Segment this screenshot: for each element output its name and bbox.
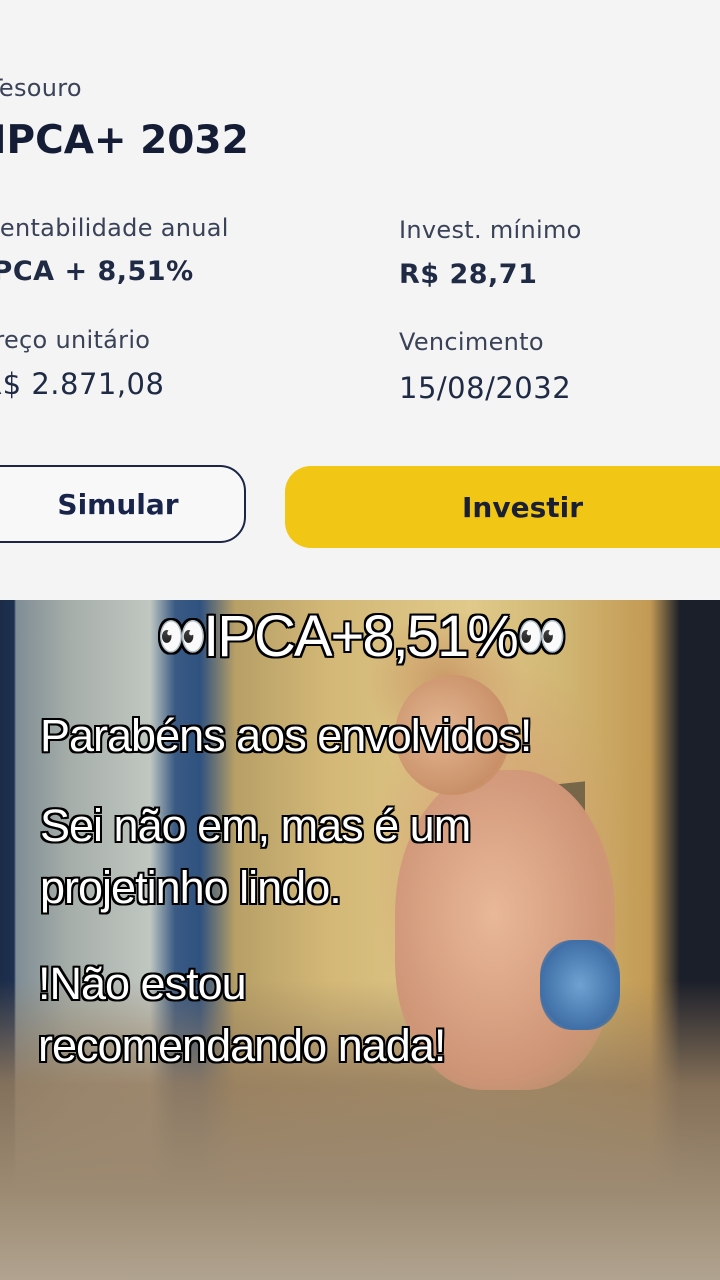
caption-disclaimer-line1: !Não estou — [38, 958, 247, 1009]
maturity-label: Vencimento — [399, 328, 544, 356]
caption-project-line1: Sei não em, mas é um — [40, 800, 471, 851]
simulate-button[interactable]: Simular — [0, 465, 246, 543]
headline-text: IPCA+8,51% — [203, 604, 519, 669]
bond-title: IPCA+ 2032 — [0, 118, 249, 163]
unit-price-label: Preço unitário — [0, 326, 151, 354]
investment-card: Tesouro IPCA+ 2032 Rentabilidade anual I… — [0, 0, 720, 600]
min-invest-label: Invest. mínimo — [399, 216, 582, 244]
maturity-value: 15/08/2032 — [399, 371, 572, 405]
min-invest-value: R$ 28,71 — [399, 259, 538, 290]
caption-disclaimer-line2: recomendando nada! — [38, 1020, 446, 1071]
caption-project: Sei não em, mas é um projetinho lindo. — [40, 795, 471, 919]
annual-return-label: Rentabilidade anual — [0, 214, 229, 242]
caption-headline: 👀IPCA+8,51%👀 — [0, 603, 720, 670]
video-frame: 👀IPCA+8,51%👀 Parabéns aos envolvidos! Se… — [0, 600, 720, 1280]
caption-project-line2: projetinho lindo. — [40, 862, 342, 913]
invest-button[interactable]: Investir — [285, 466, 720, 548]
caption-disclaimer: !Não estou recomendando nada! — [38, 953, 446, 1077]
diaper — [540, 940, 620, 1030]
eyes-emoji-left: 👀 — [157, 615, 207, 659]
annual-return-value: IPCA + 8,51% — [0, 256, 194, 287]
unit-price-value: R$ 2.871,08 — [0, 367, 165, 401]
eyes-emoji-right: 👀 — [516, 615, 567, 659]
category-label: Tesouro — [0, 74, 82, 102]
caption-congrats: Parabéns aos envolvidos! — [40, 710, 532, 761]
